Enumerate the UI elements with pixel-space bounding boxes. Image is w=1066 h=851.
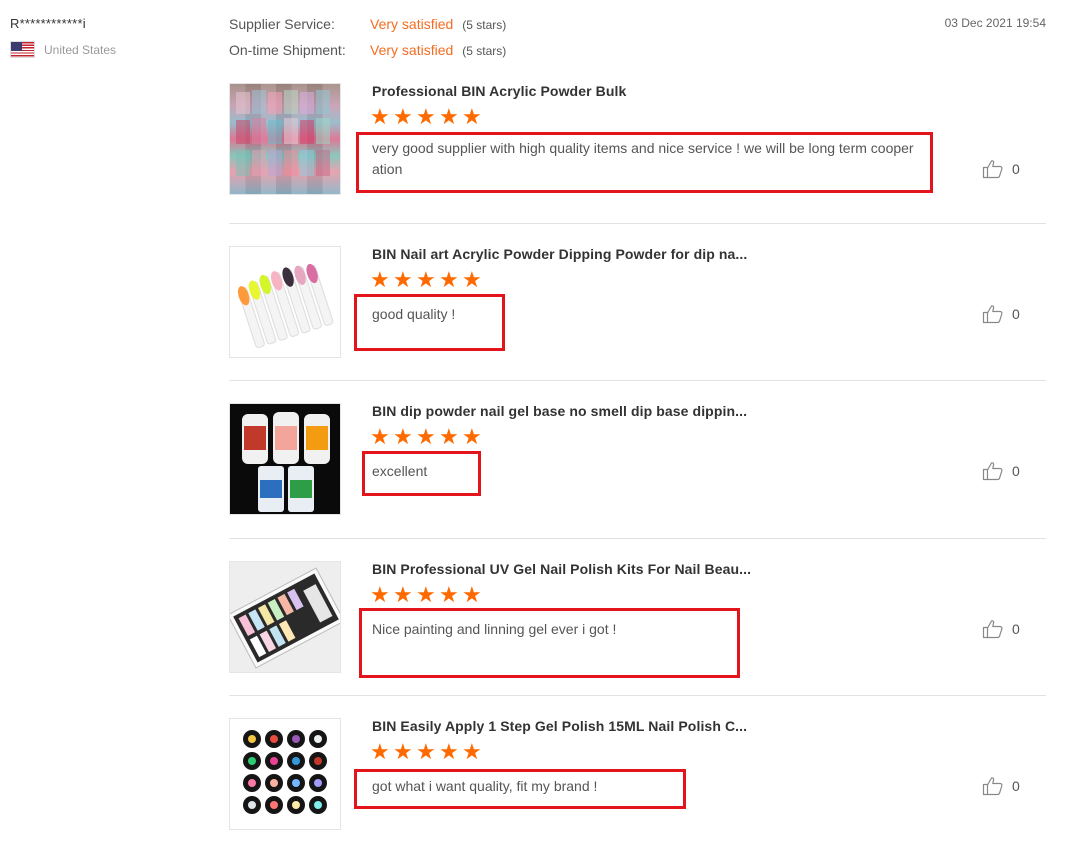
star-icon: ★ bbox=[393, 582, 413, 607]
product-thumbnail[interactable] bbox=[229, 561, 341, 673]
star-icon: ★ bbox=[416, 582, 436, 607]
country-label: United States bbox=[44, 42, 117, 57]
star-icon: ★ bbox=[416, 424, 436, 449]
star-icon: ★ bbox=[416, 267, 436, 292]
star-rating: ★ ★ ★ ★ ★ bbox=[370, 739, 484, 764]
thumbs-up-icon bbox=[982, 777, 1003, 796]
star-icon: ★ bbox=[416, 104, 436, 129]
review-item: BIN Nail art Acrylic Powder Dipping Powd… bbox=[229, 246, 1046, 381]
product-title[interactable]: BIN Nail art Acrylic Powder Dipping Powd… bbox=[372, 246, 747, 262]
rating-on-time-shipment: On-time Shipment: Very satisfied (5 star… bbox=[229, 42, 506, 68]
helpful-count: 0 bbox=[1012, 161, 1020, 177]
star-icon: ★ bbox=[439, 582, 459, 607]
helpful-button[interactable]: 0 bbox=[982, 461, 1020, 481]
product-thumbnail[interactable] bbox=[229, 83, 341, 195]
rating-stars-text: (5 stars) bbox=[462, 44, 507, 58]
gel-polish-bottles-image bbox=[243, 730, 327, 814]
seller-ratings: Supplier Service: Very satisfied (5 star… bbox=[229, 16, 506, 68]
review-text: very good supplier with high quality ite… bbox=[372, 140, 914, 177]
star-icon: ★ bbox=[439, 104, 459, 129]
star-icon: ★ bbox=[393, 267, 413, 292]
product-thumbnail[interactable] bbox=[229, 718, 341, 830]
us-flag-icon bbox=[10, 41, 35, 58]
review-item: BIN Professional UV Gel Nail Polish Kits… bbox=[229, 561, 1046, 696]
review-text: got what i want quality, fit my brand ! bbox=[372, 778, 598, 794]
star-icon: ★ bbox=[393, 739, 413, 764]
rating-supplier-service: Supplier Service: Very satisfied (5 star… bbox=[229, 16, 506, 42]
review-text: Nice painting and linning gel ever i got… bbox=[372, 621, 617, 637]
star-icon: ★ bbox=[393, 104, 413, 129]
buyer-info: R************i United States bbox=[10, 16, 116, 58]
helpful-button[interactable]: 0 bbox=[982, 304, 1020, 324]
helpful-button[interactable]: 0 bbox=[982, 159, 1020, 179]
star-icon: ★ bbox=[416, 739, 436, 764]
star-icon: ★ bbox=[462, 582, 482, 607]
helpful-count: 0 bbox=[1012, 778, 1020, 794]
star-icon: ★ bbox=[462, 267, 482, 292]
helpful-count: 0 bbox=[1012, 621, 1020, 637]
thumbs-up-icon bbox=[982, 620, 1003, 639]
star-icon: ★ bbox=[439, 267, 459, 292]
review-item: BIN dip powder nail gel base no smell di… bbox=[229, 403, 1046, 539]
buyer-country: United States bbox=[10, 41, 116, 58]
thumbs-up-icon bbox=[982, 305, 1003, 324]
helpful-button[interactable]: 0 bbox=[982, 776, 1020, 796]
product-title[interactable]: BIN dip powder nail gel base no smell di… bbox=[372, 403, 747, 419]
rating-stars-text: (5 stars) bbox=[462, 18, 507, 32]
review-text: good quality ! bbox=[372, 306, 456, 322]
gel-polish-kit-box-image bbox=[230, 567, 340, 669]
star-icon: ★ bbox=[370, 267, 390, 292]
star-icon: ★ bbox=[370, 582, 390, 607]
star-icon: ★ bbox=[370, 104, 390, 129]
rating-label: On-time Shipment: bbox=[229, 42, 346, 58]
star-icon: ★ bbox=[462, 739, 482, 764]
thumbs-up-icon bbox=[982, 160, 1003, 179]
rating-value: Very satisfied bbox=[370, 16, 454, 32]
review-item: Professional BIN Acrylic Powder Bulk ★ ★… bbox=[229, 83, 1046, 224]
helpful-count: 0 bbox=[1012, 463, 1020, 479]
product-title[interactable]: Professional BIN Acrylic Powder Bulk bbox=[372, 83, 626, 99]
thumbs-up-icon bbox=[982, 462, 1003, 481]
review-text: excellent bbox=[372, 463, 428, 479]
star-rating: ★ ★ ★ ★ ★ bbox=[370, 267, 484, 292]
star-rating: ★ ★ ★ ★ ★ bbox=[370, 424, 484, 449]
star-icon: ★ bbox=[393, 424, 413, 449]
star-icon: ★ bbox=[370, 739, 390, 764]
product-thumbnail[interactable] bbox=[229, 246, 341, 358]
star-icon: ★ bbox=[439, 739, 459, 764]
star-icon: ★ bbox=[439, 424, 459, 449]
dip-liquid-bottles-image bbox=[242, 412, 330, 512]
nail-tips-display-image bbox=[237, 263, 334, 349]
star-rating: ★ ★ ★ ★ ★ bbox=[370, 104, 484, 129]
helpful-button[interactable]: 0 bbox=[982, 619, 1020, 639]
star-icon: ★ bbox=[462, 104, 482, 129]
product-thumbnail[interactable] bbox=[229, 403, 341, 515]
rating-label: Supplier Service: bbox=[229, 16, 335, 32]
buyer-name: R************i bbox=[10, 16, 86, 31]
acrylic-powder-bags-image bbox=[236, 90, 330, 176]
product-title[interactable]: BIN Easily Apply 1 Step Gel Polish 15ML … bbox=[372, 718, 747, 734]
review-date: 03 Dec 2021 19:54 bbox=[944, 16, 1046, 30]
star-icon: ★ bbox=[462, 424, 482, 449]
product-title[interactable]: BIN Professional UV Gel Nail Polish Kits… bbox=[372, 561, 751, 577]
star-rating: ★ ★ ★ ★ ★ bbox=[370, 582, 484, 607]
helpful-count: 0 bbox=[1012, 306, 1020, 322]
star-icon: ★ bbox=[370, 424, 390, 449]
review-item: BIN Easily Apply 1 Step Gel Polish 15ML … bbox=[229, 718, 1046, 830]
rating-value: Very satisfied bbox=[370, 42, 454, 58]
